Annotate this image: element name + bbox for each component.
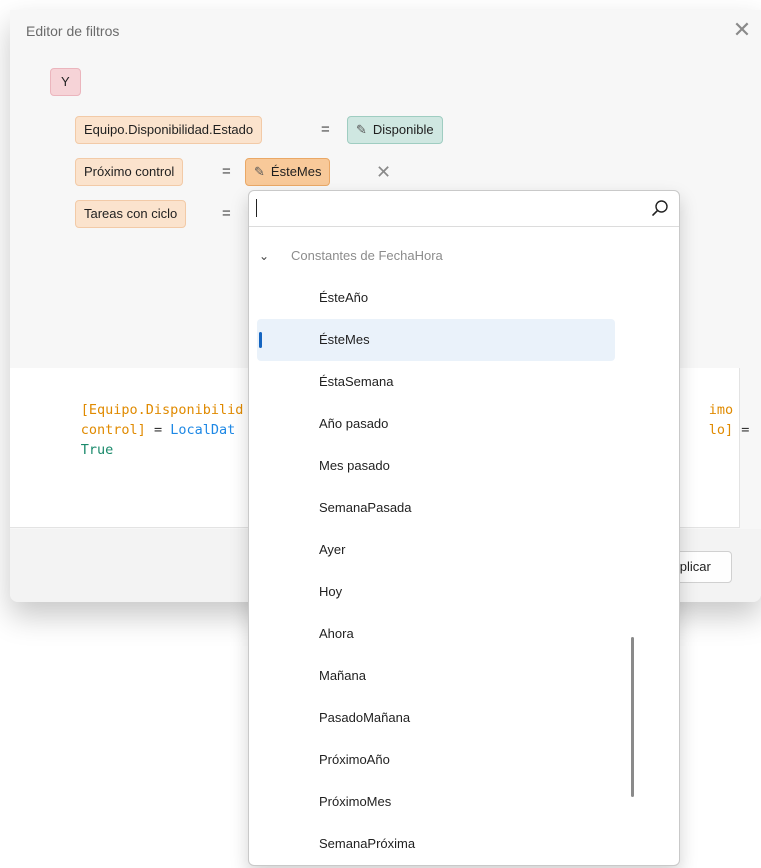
dropdown-scrollbar[interactable] bbox=[631, 637, 634, 797]
list-item[interactable]: Ayer bbox=[257, 529, 615, 571]
list-item[interactable]: Ahora bbox=[257, 613, 615, 655]
search-input[interactable] bbox=[259, 195, 613, 223]
text-caret bbox=[256, 199, 257, 217]
pencil-icon: ✎ bbox=[254, 164, 265, 179]
condition-field-chip[interactable]: Próximo control bbox=[75, 158, 184, 186]
condition-value-label: Disponible bbox=[372, 122, 434, 137]
condition-value-chip[interactable]: ✎ ÉsteMes bbox=[245, 158, 331, 186]
list-item[interactable]: Mañana bbox=[257, 655, 615, 697]
condition-field-chip[interactable]: Tareas con ciclo bbox=[75, 200, 187, 228]
chevron-down-icon: ⌄ bbox=[259, 249, 270, 263]
dropdown-list: ÉsteAño ÉsteMes ÉstaSemana Año pasado Me… bbox=[249, 277, 679, 865]
list-item[interactable]: Año pasado bbox=[257, 403, 615, 445]
list-item[interactable]: PasadoMañana bbox=[257, 697, 615, 739]
group-header-label: Constantes de FechaHora bbox=[291, 248, 443, 263]
list-item[interactable]: SemanaPróxima bbox=[257, 823, 615, 865]
close-icon[interactable]: ✕ bbox=[731, 19, 753, 42]
group-header-datetime-constants[interactable]: ⌄ Constantes de FechaHora bbox=[259, 245, 443, 267]
selection-indicator bbox=[259, 332, 262, 348]
value-dropdown: ⌄ Constantes de FechaHora ÉsteAño ÉsteMes… bbox=[248, 190, 680, 866]
list-item[interactable]: Hoy bbox=[257, 571, 615, 613]
expression-token: LocalDat bbox=[170, 422, 236, 438]
pencil-icon: ✎ bbox=[356, 122, 367, 137]
list-item-label: ÉsteMes bbox=[319, 332, 370, 347]
window-title: Editor de filtros bbox=[26, 23, 120, 39]
condition-operator[interactable]: = bbox=[321, 116, 330, 144]
dropdown-search bbox=[249, 191, 679, 227]
condition-value-chip[interactable]: ✎ Disponible bbox=[347, 116, 443, 144]
expression-token: True bbox=[80, 442, 114, 458]
expression-token: lo] bbox=[708, 422, 734, 438]
condition-operator[interactable]: = bbox=[222, 200, 231, 228]
list-item[interactable]: ÉstaSemana bbox=[257, 361, 615, 403]
expression-token: = bbox=[145, 422, 171, 438]
condition-value-label: ÉsteMes bbox=[270, 164, 322, 179]
group-operator-chip[interactable]: Y bbox=[50, 68, 81, 96]
list-item-selected[interactable]: ÉsteMes bbox=[257, 319, 615, 361]
list-item[interactable]: SemanaPasada bbox=[257, 487, 615, 529]
list-item[interactable]: ÉsteAño bbox=[257, 277, 615, 319]
list-item[interactable]: Mes pasado bbox=[257, 445, 615, 487]
condition-field-chip[interactable]: Equipo.Disponibilidad.Estado bbox=[75, 116, 263, 144]
list-item[interactable]: PróximoAño bbox=[257, 739, 615, 781]
condition-operator[interactable]: = bbox=[222, 158, 231, 186]
search-icon[interactable] bbox=[651, 199, 669, 217]
expression-token: = bbox=[733, 422, 750, 438]
list-item[interactable]: PróximoMes bbox=[257, 781, 615, 823]
remove-condition-icon[interactable]: ✕ bbox=[376, 158, 391, 186]
